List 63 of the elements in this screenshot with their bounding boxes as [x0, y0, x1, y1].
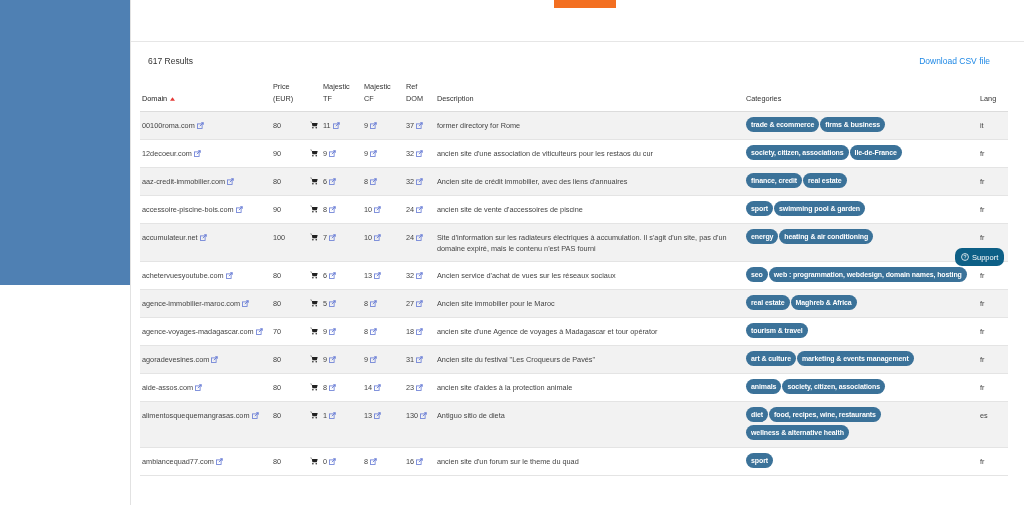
external-link-icon[interactable]: [416, 383, 424, 391]
external-link-icon[interactable]: [370, 177, 378, 185]
external-link-icon[interactable]: [420, 411, 428, 419]
external-link-icon[interactable]: [374, 383, 382, 391]
external-link-icon[interactable]: [329, 177, 337, 185]
external-link-icon[interactable]: [329, 327, 337, 335]
external-link-icon[interactable]: [370, 457, 378, 465]
cart-icon[interactable]: [310, 383, 318, 391]
external-link-icon[interactable]: [196, 121, 204, 129]
cart-icon[interactable]: [310, 411, 318, 419]
cart-icon[interactable]: [310, 457, 318, 465]
external-link-icon[interactable]: [370, 355, 378, 363]
external-link-icon[interactable]: [329, 457, 337, 465]
external-link-icon[interactable]: [416, 233, 424, 241]
external-link-icon[interactable]: [193, 149, 201, 157]
external-link-icon[interactable]: [255, 327, 263, 335]
external-link-icon[interactable]: [416, 327, 424, 335]
cart-icon[interactable]: [310, 233, 318, 241]
external-link-icon[interactable]: [329, 233, 337, 241]
external-link-icon[interactable]: [416, 299, 424, 307]
external-link-icon[interactable]: [329, 299, 337, 307]
external-link-icon[interactable]: [329, 271, 337, 279]
external-link-icon[interactable]: [235, 205, 243, 213]
cart-icon[interactable]: [310, 205, 318, 213]
cart-icon[interactable]: [310, 121, 318, 129]
external-link-icon[interactable]: [416, 205, 424, 213]
external-link-icon[interactable]: [416, 355, 424, 363]
external-link-icon[interactable]: [225, 271, 233, 279]
external-link-icon[interactable]: [329, 149, 337, 157]
external-link-icon[interactable]: [416, 149, 424, 157]
external-link-icon[interactable]: [329, 383, 337, 391]
external-link-icon[interactable]: [374, 271, 382, 279]
external-link-icon[interactable]: [370, 299, 378, 307]
external-link-icon[interactable]: [374, 205, 382, 213]
external-link-icon[interactable]: [370, 121, 378, 129]
external-link-icon[interactable]: [370, 327, 378, 335]
results-count: 617 Results: [148, 56, 193, 66]
external-link-icon[interactable]: [416, 177, 424, 185]
cart-icon[interactable]: [310, 355, 318, 363]
external-link-icon[interactable]: [416, 457, 424, 465]
external-link-icon[interactable]: [416, 121, 424, 129]
external-link-icon[interactable]: [416, 271, 424, 279]
external-link-icon[interactable]: [251, 411, 259, 419]
external-link-icon[interactable]: [227, 177, 235, 185]
external-link-icon[interactable]: [329, 355, 337, 363]
cart-icon[interactable]: [310, 177, 318, 185]
external-link-icon[interactable]: [329, 411, 337, 419]
external-link-icon[interactable]: [242, 299, 250, 307]
cart-icon[interactable]: [310, 271, 318, 279]
external-link-icon[interactable]: [199, 233, 207, 241]
cart-icon[interactable]: [310, 327, 318, 335]
download-csv-link[interactable]: Download CSV file: [919, 56, 990, 66]
external-link-icon[interactable]: [211, 355, 219, 363]
external-link-icon[interactable]: [329, 205, 337, 213]
external-link-icon[interactable]: [374, 233, 382, 241]
external-link-icon[interactable]: [370, 149, 378, 157]
external-link-icon[interactable]: [374, 411, 382, 419]
external-link-icon[interactable]: [195, 383, 203, 391]
help-icon: [961, 253, 969, 261]
external-link-icon[interactable]: [215, 457, 223, 465]
cart-icon[interactable]: [310, 299, 318, 307]
cart-icon[interactable]: [310, 149, 318, 157]
external-link-icon[interactable]: [332, 121, 340, 129]
